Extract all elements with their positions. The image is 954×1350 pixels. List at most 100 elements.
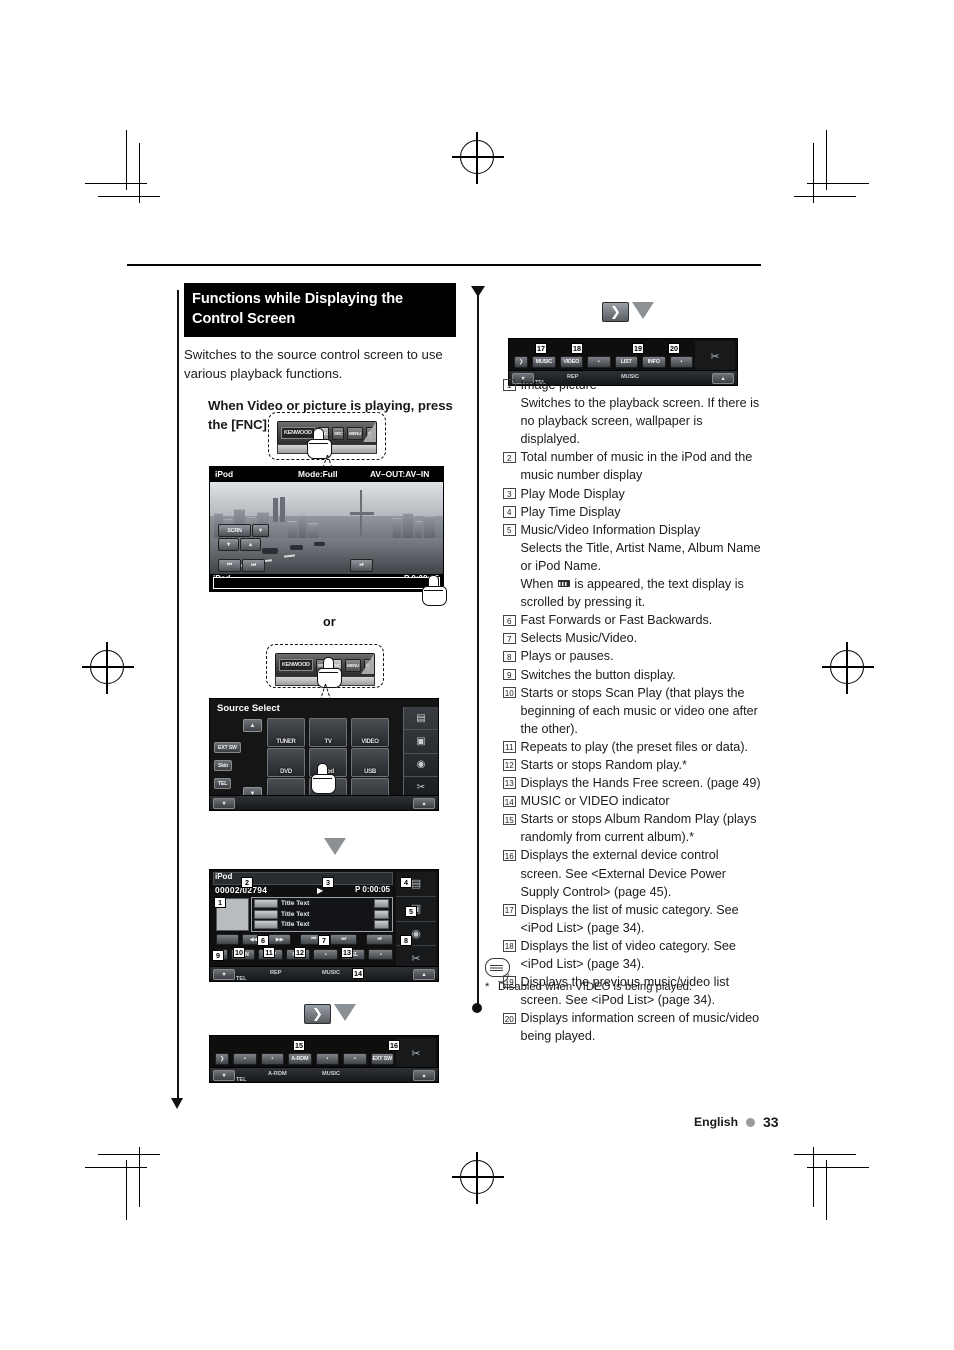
expand-indicator-button-right[interactable]: ❯: [602, 302, 629, 322]
callout-15: 15: [293, 1040, 305, 1051]
source-video[interactable]: VIDEO: [351, 718, 389, 747]
panel-blank-3[interactable]: •: [315, 1053, 339, 1065]
note-bubble-icon: [485, 958, 510, 977]
panel-blank-1[interactable]: •: [233, 1053, 257, 1065]
screen-adjust-up-button[interactable]: ▲: [240, 538, 261, 551]
panel-right-blank-1[interactable]: •: [587, 356, 611, 368]
fast-forward-button[interactable]: ▶▶: [268, 934, 292, 945]
legend-text-13: Displays the Hands Free screen. (page 49…: [520, 776, 761, 791]
status-tel: TEL: [236, 976, 247, 982]
panel-blank-2[interactable]: •: [260, 1053, 284, 1065]
music-list-button[interactable]: MUSIC: [532, 356, 556, 368]
page-footer: English 33: [694, 1114, 779, 1130]
info-button[interactable]: INFO: [642, 356, 666, 368]
video-top-bar: iPod Mode:Full AV–OUT:AV–IN: [210, 467, 443, 482]
vol-down-button[interactable]: ▼: [213, 1070, 235, 1081]
panel-right-side-icons: ✂: [695, 341, 735, 372]
vol-up-button[interactable]: ▲: [413, 1070, 435, 1081]
skin-badge[interactable]: Skin: [214, 760, 233, 771]
video-play-button[interactable]: ⏯: [350, 559, 373, 572]
title-tag-icon: [254, 920, 278, 930]
video-playback-screen[interactable]: iPod Mode:Full AV–OUT:AV–IN SCRN ▼ ▼ ▲ ⏮…: [209, 466, 444, 592]
legend-text-1: Image picture: [520, 378, 597, 392]
next-track-button[interactable]: ⏭: [330, 934, 358, 945]
legend-number-17: 17: [503, 904, 516, 916]
equalizer-icon[interactable]: ▤: [404, 707, 438, 731]
footer-language: English: [694, 1115, 739, 1129]
list-button[interactable]: LIST: [614, 356, 638, 368]
vol-down-button[interactable]: ▼: [213, 969, 235, 980]
callout-18: 18: [571, 343, 583, 354]
control-source-label: iPod: [215, 872, 233, 881]
panel-left-status-bar: ▼ A-RDM MUSIC TEL ▲: [210, 1067, 438, 1083]
panel-blank-4[interactable]: •: [343, 1053, 367, 1065]
legend-text-11: Repeats to play (the preset files or dat…: [520, 739, 749, 754]
registration-mark: [452, 132, 504, 184]
header-rule: [127, 264, 761, 266]
callout-20: 20: [668, 343, 680, 354]
video-av-label: AV–OUT:AV–IN: [370, 469, 430, 479]
source-tuner[interactable]: TUNER: [267, 718, 305, 747]
panel-expand-button[interactable]: ❯: [215, 1053, 229, 1065]
expand-indicator-button[interactable]: ❯: [304, 1004, 331, 1024]
scroll-button[interactable]: [374, 909, 389, 919]
callout-7: 7: [318, 935, 330, 946]
play-pause-button[interactable]: ⏯: [366, 934, 393, 945]
source-side-icons: ▤ ▣ ◉ ✂: [403, 707, 438, 800]
legend-text-4: Play Time Display: [520, 504, 621, 519]
menu-button[interactable]: MENU: [347, 426, 363, 440]
footer-page-number: 33: [763, 1114, 779, 1130]
track-title: Title Text: [281, 900, 310, 908]
legend-item-16: 16 Displays the external device control s…: [503, 846, 761, 900]
scrn-button[interactable]: SCRN: [218, 524, 251, 537]
legend-item-12: 12 Starts or stops Random play.*: [503, 756, 761, 774]
source-tv[interactable]: TV: [309, 718, 347, 747]
legend-number-15: 15: [503, 813, 516, 826]
scroll-button[interactable]: [374, 899, 389, 909]
callout-4: 4: [400, 877, 412, 888]
panel-expand-button-right[interactable]: ❯: [514, 356, 528, 368]
album-random-button[interactable]: A-RDM: [288, 1053, 312, 1065]
source-select-screen[interactable]: Source Select ▲ ▼ EXT SW Skin TEL TUNER …: [209, 698, 439, 811]
ext-sw-button[interactable]: EXT SW: [370, 1053, 394, 1065]
tools-icon[interactable]: ✂: [396, 1038, 436, 1069]
video-next-button[interactable]: ⏭: [242, 559, 265, 572]
video-prev-button[interactable]: ⏮: [218, 559, 241, 572]
source-vol-down-button[interactable]: ▼: [213, 798, 235, 809]
tools-icon[interactable]: ✂: [695, 341, 735, 372]
disc-icon[interactable]: ◉: [404, 754, 438, 777]
vol-up-button[interactable]: ▲: [413, 969, 435, 980]
left-flow-arrowhead: [171, 1098, 183, 1109]
legend-number-9: 9: [503, 668, 516, 681]
screen-adjust-down-button[interactable]: ▼: [218, 538, 239, 551]
control-panel-page2[interactable]: ❯ • • A-RDM • • EXT SW ✂ ▼ A-RDM MUSIC T…: [209, 1035, 439, 1083]
panel-left-status-right: MUSIC: [322, 1071, 341, 1077]
camera-icon[interactable]: ▣: [404, 730, 438, 754]
legend-number-6: 6: [503, 614, 516, 627]
callout-9: 9: [212, 950, 224, 961]
track-info-list[interactable]: Title Text Title Text Title Text: [251, 897, 393, 932]
blank-button[interactable]: [216, 934, 240, 945]
source-vol-up-button[interactable]: ▲: [413, 798, 435, 809]
source-scroll-up-button[interactable]: ▲: [243, 719, 262, 732]
callout-3: 3: [322, 877, 334, 888]
registration-mark: [822, 642, 874, 694]
video-scroll-field[interactable]: [213, 577, 440, 589]
video-list-button[interactable]: VIDEO: [559, 356, 583, 368]
step-arrow-down-2: [334, 1004, 356, 1021]
ext-sw-badge[interactable]: EXT SW: [214, 742, 241, 753]
source-tuner-label: TUNER: [276, 739, 296, 745]
panel-right-blank-2[interactable]: •: [669, 356, 693, 368]
src-button[interactable]: SRC: [332, 426, 345, 440]
pointing-hand-icon: [306, 428, 332, 459]
tel-badge[interactable]: TEL: [214, 778, 232, 789]
source-tv-label: TV: [324, 739, 332, 745]
scroll-button[interactable]: [374, 920, 389, 930]
source-dvd[interactable]: DVD: [267, 748, 305, 777]
menu-button-2[interactable]: MENU: [345, 658, 361, 672]
source-usb[interactable]: USB: [351, 748, 389, 777]
scrn-down-button[interactable]: ▼: [252, 524, 269, 537]
blank-button-2[interactable]: •: [313, 949, 338, 960]
blank-button-3[interactable]: •: [368, 949, 393, 960]
legend-text-5: Music/Video Information Display: [520, 522, 701, 537]
